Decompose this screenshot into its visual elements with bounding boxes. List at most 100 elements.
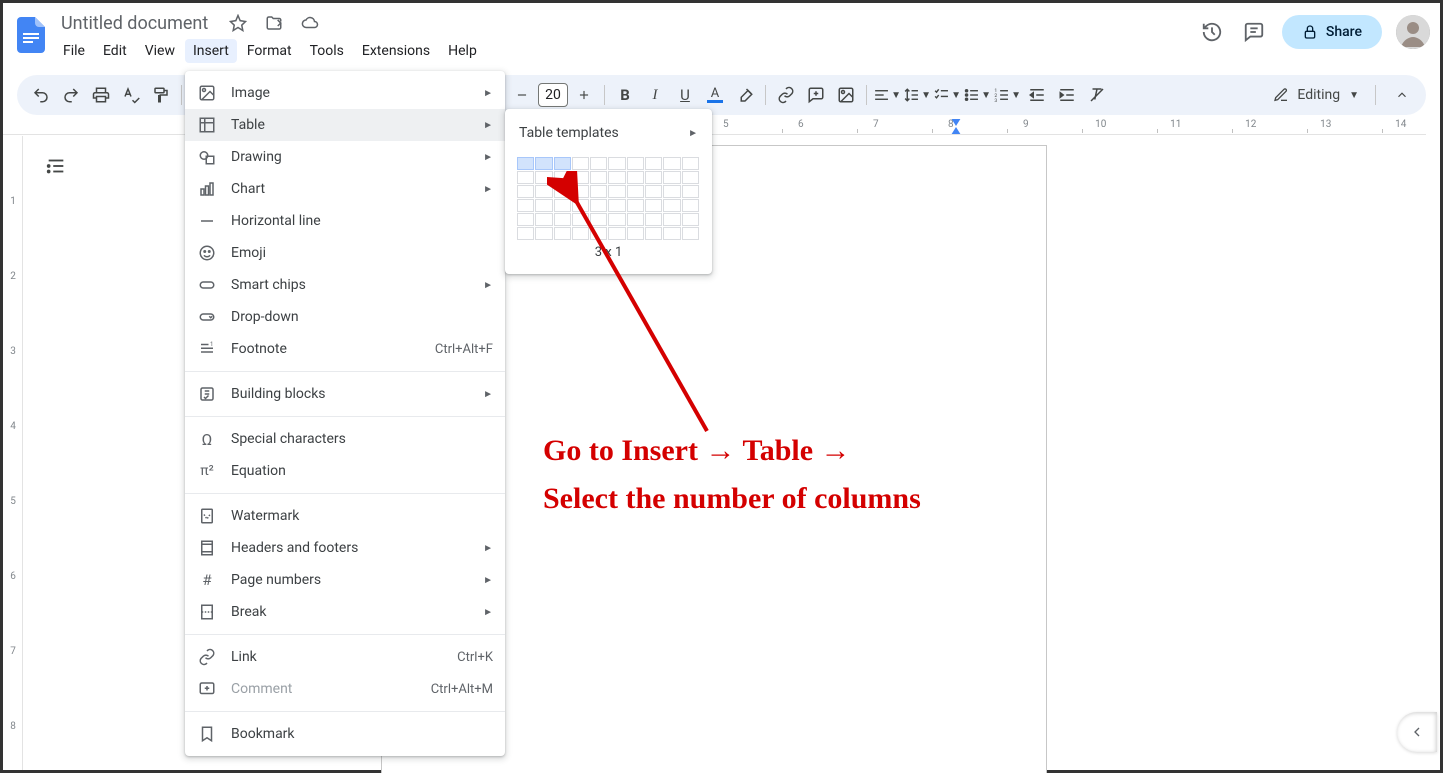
menu-item-break[interactable]: Break ► xyxy=(185,596,505,628)
move-icon[interactable] xyxy=(260,9,288,37)
table-grid-cell[interactable] xyxy=(627,227,644,240)
menu-item-smart-chips[interactable]: Smart chips ► xyxy=(185,269,505,301)
print-button[interactable] xyxy=(87,81,115,109)
table-grid-cell[interactable] xyxy=(627,171,644,184)
outline-toggle-button[interactable] xyxy=(41,151,71,181)
menu-item-hline[interactable]: Horizontal line xyxy=(185,205,505,237)
font-size-increase[interactable] xyxy=(570,81,598,109)
menu-item-drawing[interactable]: Drawing ► xyxy=(185,141,505,173)
checklist-button[interactable]: ▼ xyxy=(933,81,961,109)
indent-decrease-button[interactable] xyxy=(1023,81,1051,109)
menu-item-dropdown[interactable]: Drop-down xyxy=(185,301,505,333)
table-grid-cell[interactable] xyxy=(572,199,589,212)
menu-extensions[interactable]: Extensions xyxy=(354,39,438,63)
menu-view[interactable]: View xyxy=(137,39,183,63)
spellcheck-button[interactable] xyxy=(117,81,145,109)
table-grid-cell[interactable] xyxy=(682,227,699,240)
table-grid-cell[interactable] xyxy=(627,185,644,198)
table-grid-cell[interactable] xyxy=(572,227,589,240)
italic-button[interactable]: I xyxy=(641,81,669,109)
table-grid-cell[interactable] xyxy=(682,157,699,170)
table-grid-cell[interactable] xyxy=(554,157,571,170)
table-grid-cell[interactable] xyxy=(627,199,644,212)
table-grid-cell[interactable] xyxy=(517,199,534,212)
table-grid-cell[interactable] xyxy=(590,171,607,184)
menu-item-watermark[interactable]: Watermark xyxy=(185,500,505,532)
table-grid-cell[interactable] xyxy=(535,199,552,212)
table-grid-cell[interactable] xyxy=(608,227,625,240)
table-grid-cell[interactable] xyxy=(590,227,607,240)
table-grid-cell[interactable] xyxy=(535,213,552,226)
table-grid-cell[interactable] xyxy=(682,213,699,226)
text-color-button[interactable]: A xyxy=(701,81,729,109)
table-grid-cell[interactable] xyxy=(517,227,534,240)
table-grid-cell[interactable] xyxy=(627,157,644,170)
table-grid-cell[interactable] xyxy=(590,199,607,212)
indent-increase-button[interactable] xyxy=(1053,81,1081,109)
history-icon[interactable] xyxy=(1198,18,1226,46)
align-button[interactable]: ▼ xyxy=(873,81,901,109)
table-grid-cell[interactable] xyxy=(608,171,625,184)
table-grid-cell[interactable] xyxy=(535,171,552,184)
account-avatar[interactable] xyxy=(1396,15,1430,49)
table-grid-cell[interactable] xyxy=(682,171,699,184)
ruler-indent-marker[interactable] xyxy=(951,119,961,126)
menu-help[interactable]: Help xyxy=(440,39,485,63)
table-grid-cell[interactable] xyxy=(608,185,625,198)
bold-button[interactable]: B xyxy=(611,81,639,109)
menu-item-table[interactable]: Table ► xyxy=(185,109,505,141)
menu-item-image[interactable]: Image ► xyxy=(185,77,505,109)
table-grid-cell[interactable] xyxy=(572,157,589,170)
table-grid-cell[interactable] xyxy=(663,213,680,226)
menu-item-special-characters[interactable]: Ω Special characters xyxy=(185,423,505,455)
menu-item-link[interactable]: Link Ctrl+K xyxy=(185,641,505,673)
redo-button[interactable] xyxy=(57,81,85,109)
undo-button[interactable] xyxy=(27,81,55,109)
table-grid-cell[interactable] xyxy=(663,185,680,198)
table-grid-cell[interactable] xyxy=(663,157,680,170)
font-size-input[interactable]: 20 xyxy=(538,83,568,107)
table-grid-cell[interactable] xyxy=(517,213,534,226)
menu-item-headers-footers[interactable]: Headers and footers ► xyxy=(185,532,505,564)
document-title[interactable]: Untitled document xyxy=(55,11,214,36)
line-spacing-button[interactable]: ▼ xyxy=(903,81,931,109)
table-grid-cell[interactable] xyxy=(645,171,662,184)
vertical-ruler[interactable]: 12345678 xyxy=(3,136,23,770)
ruler-margin-marker[interactable] xyxy=(951,127,961,135)
table-grid-cell[interactable] xyxy=(517,171,534,184)
table-grid-cell[interactable] xyxy=(535,185,552,198)
table-grid-cell[interactable] xyxy=(608,157,625,170)
table-size-picker[interactable] xyxy=(517,157,700,240)
table-grid-cell[interactable] xyxy=(645,199,662,212)
collapse-toolbar-button[interactable] xyxy=(1388,81,1416,109)
table-grid-cell[interactable] xyxy=(627,213,644,226)
comments-icon[interactable] xyxy=(1240,18,1268,46)
table-grid-cell[interactable] xyxy=(535,157,552,170)
table-grid-cell[interactable] xyxy=(663,171,680,184)
table-grid-cell[interactable] xyxy=(572,185,589,198)
table-grid-cell[interactable] xyxy=(590,213,607,226)
table-grid-cell[interactable] xyxy=(554,213,571,226)
bullet-list-button[interactable]: ▼ xyxy=(963,81,991,109)
table-grid-cell[interactable] xyxy=(554,185,571,198)
numbered-list-button[interactable]: 123▼ xyxy=(993,81,1021,109)
table-grid-cell[interactable] xyxy=(663,227,680,240)
cloud-status-icon[interactable] xyxy=(296,9,324,37)
table-grid-cell[interactable] xyxy=(517,185,534,198)
table-grid-cell[interactable] xyxy=(682,199,699,212)
underline-button[interactable]: U xyxy=(671,81,699,109)
table-grid-cell[interactable] xyxy=(590,157,607,170)
table-grid-cell[interactable] xyxy=(554,171,571,184)
menu-item-table-templates[interactable]: Table templates ► xyxy=(505,117,712,149)
table-grid-cell[interactable] xyxy=(608,199,625,212)
insert-comment-button[interactable] xyxy=(802,81,830,109)
menu-item-equation[interactable]: π² Equation xyxy=(185,455,505,487)
clear-format-button[interactable] xyxy=(1083,81,1111,109)
menu-item-chart[interactable]: Chart ► xyxy=(185,173,505,205)
menu-item-footnote[interactable]: 1 Footnote Ctrl+Alt+F xyxy=(185,333,505,365)
menu-item-emoji[interactable]: Emoji xyxy=(185,237,505,269)
table-grid-cell[interactable] xyxy=(663,199,680,212)
table-grid-cell[interactable] xyxy=(517,157,534,170)
insert-link-button[interactable] xyxy=(772,81,800,109)
table-grid-cell[interactable] xyxy=(554,199,571,212)
